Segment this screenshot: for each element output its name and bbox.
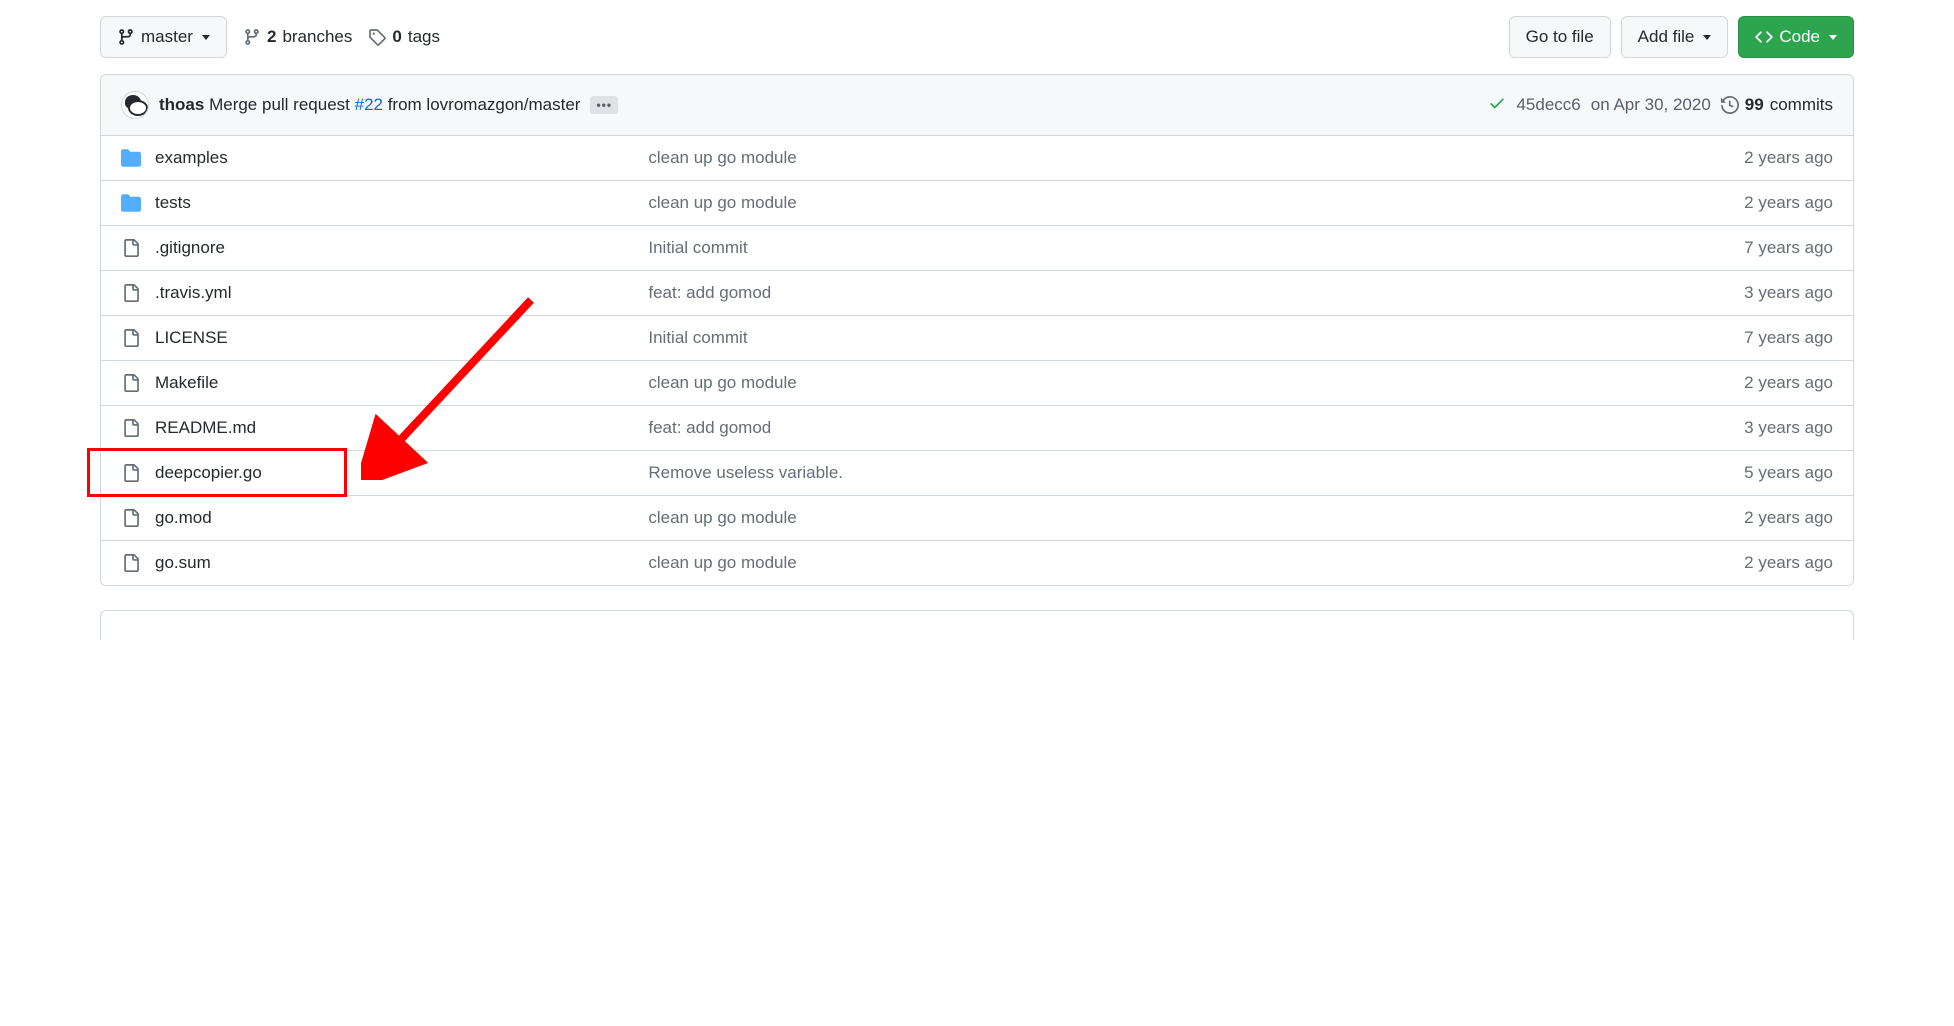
- commits-link[interactable]: 99 commits: [1721, 95, 1833, 115]
- file-name-link[interactable]: README.md: [155, 418, 256, 437]
- commit-message-link[interactable]: Initial commit: [648, 238, 747, 257]
- latest-commit-row: thoas Merge pull request #22 from lovrom…: [101, 75, 1853, 136]
- pr-link[interactable]: #22: [355, 95, 383, 114]
- file-age: 7 years ago: [1744, 238, 1833, 258]
- tags-link[interactable]: 0 tags: [368, 27, 440, 47]
- commit-sha-link[interactable]: 45decc6: [1516, 95, 1580, 115]
- commit-message-link[interactable]: clean up go module: [648, 148, 796, 167]
- commit-message-link[interactable]: clean up go module: [648, 508, 796, 527]
- table-row: examples clean up go module 2 years ago: [101, 136, 1853, 180]
- commit-ellipsis-button[interactable]: •••: [590, 96, 618, 114]
- file-name-link[interactable]: deepcopier.go: [155, 463, 262, 482]
- file-name-link[interactable]: .gitignore: [155, 238, 225, 257]
- file-age: 2 years ago: [1744, 148, 1833, 168]
- file-age: 2 years ago: [1744, 508, 1833, 528]
- add-file-button[interactable]: Add file: [1621, 16, 1729, 58]
- table-row: .gitignore Initial commit 7 years ago: [101, 225, 1853, 270]
- repo-toolbar: master 2 branches 0 tags Go to file Add …: [100, 0, 1854, 74]
- commit-message-link[interactable]: feat: add gomod: [648, 283, 771, 302]
- code-button[interactable]: Code: [1738, 16, 1854, 58]
- history-icon: [1721, 96, 1739, 114]
- commit-message-link[interactable]: clean up go module: [648, 193, 796, 212]
- commits-text: commits: [1770, 95, 1833, 115]
- tags-text: tags: [408, 27, 440, 47]
- commit-date: on Apr 30, 2020: [1591, 95, 1711, 115]
- file-icon: [121, 509, 141, 527]
- caret-down-icon: [202, 35, 210, 40]
- table-row: tests clean up go module 2 years ago: [101, 180, 1853, 225]
- file-age: 2 years ago: [1744, 193, 1833, 213]
- commit-message-link[interactable]: Remove useless variable.: [648, 463, 843, 482]
- table-row: LICENSE Initial commit 7 years ago: [101, 315, 1853, 360]
- table-row: go.mod clean up go module 2 years ago: [101, 495, 1853, 540]
- table-row: .travis.yml feat: add gomod 3 years ago: [101, 270, 1853, 315]
- file-icon: [121, 464, 141, 482]
- check-icon[interactable]: [1488, 94, 1506, 117]
- commit-message-link[interactable]: feat: add gomod: [648, 418, 771, 437]
- file-listing: thoas Merge pull request #22 from lovrom…: [100, 74, 1854, 586]
- caret-down-icon: [1829, 35, 1837, 40]
- branches-link[interactable]: 2 branches: [243, 27, 352, 47]
- file-name-link[interactable]: Makefile: [155, 373, 218, 392]
- folder-icon: [121, 193, 141, 213]
- file-icon: [121, 419, 141, 437]
- branch-name: master: [141, 27, 193, 47]
- tag-icon: [368, 28, 386, 46]
- commit-message-link[interactable]: Initial commit: [648, 328, 747, 347]
- file-icon: [121, 554, 141, 572]
- tags-count: 0: [392, 27, 401, 47]
- table-row: deepcopier.go Remove useless variable. 5 y…: [101, 450, 1853, 495]
- file-age: 2 years ago: [1744, 553, 1833, 573]
- table-row: go.sum clean up go module 2 years ago: [101, 540, 1853, 585]
- file-icon: [121, 329, 141, 347]
- file-name-link[interactable]: examples: [155, 148, 228, 167]
- readme-panel-top: [100, 610, 1854, 640]
- table-row: Makefile clean up go module 2 years ago: [101, 360, 1853, 405]
- file-name-link[interactable]: .travis.yml: [155, 283, 232, 302]
- file-name-link[interactable]: tests: [155, 193, 191, 212]
- file-age: 3 years ago: [1744, 283, 1833, 303]
- file-icon: [121, 374, 141, 392]
- file-name-link[interactable]: go.mod: [155, 508, 212, 527]
- file-age: 5 years ago: [1744, 463, 1833, 483]
- file-name-link[interactable]: go.sum: [155, 553, 211, 572]
- branch-icon: [243, 28, 261, 46]
- folder-icon: [121, 148, 141, 168]
- file-age: 3 years ago: [1744, 418, 1833, 438]
- commit-message-link[interactable]: clean up go module: [648, 553, 796, 572]
- caret-down-icon: [1703, 35, 1711, 40]
- commit-message-prefix: Merge pull request: [209, 95, 355, 114]
- branch-select-button[interactable]: master: [100, 16, 227, 58]
- file-age: 7 years ago: [1744, 328, 1833, 348]
- branch-icon: [117, 28, 135, 46]
- code-icon: [1755, 28, 1773, 46]
- commit-author-link[interactable]: thoas: [159, 95, 204, 114]
- file-icon: [121, 284, 141, 302]
- branches-text: branches: [282, 27, 352, 47]
- file-name-link[interactable]: LICENSE: [155, 328, 228, 347]
- go-to-file-button[interactable]: Go to file: [1509, 16, 1611, 58]
- file-age: 2 years ago: [1744, 373, 1833, 393]
- file-icon: [121, 239, 141, 257]
- branches-count: 2: [267, 27, 276, 47]
- commit-message-link[interactable]: clean up go module: [648, 373, 796, 392]
- avatar[interactable]: [121, 91, 149, 119]
- commits-count: 99: [1745, 95, 1764, 115]
- table-row: README.md feat: add gomod 3 years ago: [101, 405, 1853, 450]
- commit-message-suffix: from lovromazgon/master: [383, 95, 580, 114]
